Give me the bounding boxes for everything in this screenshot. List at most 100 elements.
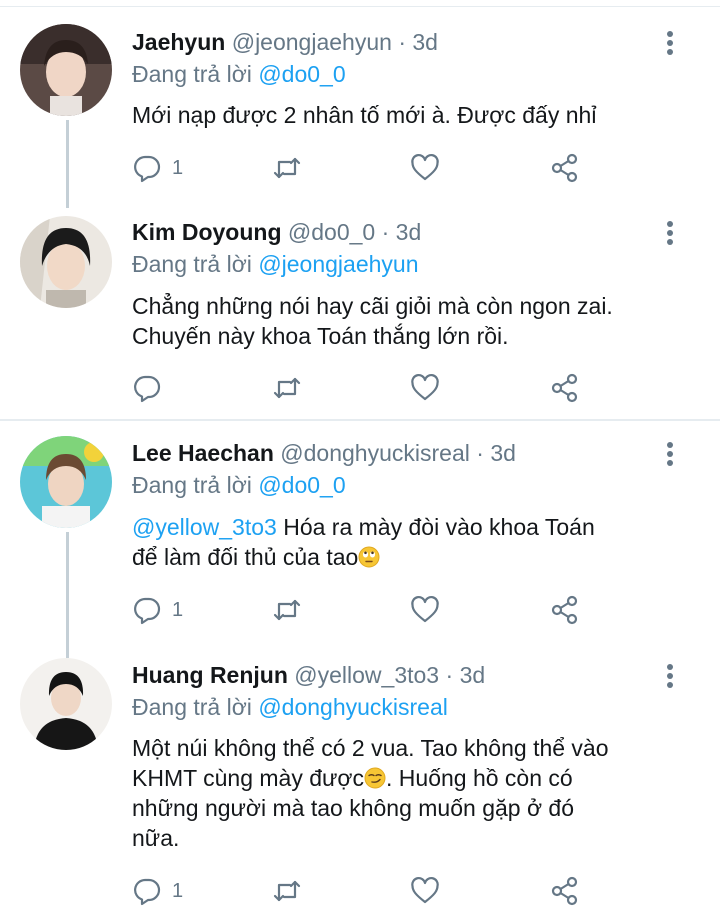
replying-to-mention[interactable]: @do0_0	[258, 61, 345, 87]
tweet-header: Jaehyun @jeongjaehyun · 3d	[132, 27, 438, 57]
replying-to-mention[interactable]: @do0_0	[258, 472, 345, 498]
tweet-text-line: Chẳng những nói hay cãi giỏi mà còn ngon…	[132, 293, 613, 319]
reply-icon	[134, 878, 161, 906]
reply-button[interactable]	[132, 370, 172, 406]
reply-count: 1	[172, 598, 184, 621]
replying-to-label: Đang trả lời	[132, 61, 252, 87]
tweet-actions: 1	[132, 873, 592, 909]
timestamp[interactable]: 3d	[490, 440, 516, 466]
reply-count: 1	[172, 879, 184, 902]
avatar-photo	[20, 436, 112, 528]
more-vertical-icon[interactable]	[660, 661, 680, 691]
share-icon	[551, 373, 578, 403]
user-handle[interactable]: @jeongjaehyun	[232, 29, 392, 55]
retweet-icon	[273, 377, 301, 399]
reply-count: 1	[172, 156, 184, 179]
avatar[interactable]	[20, 436, 112, 528]
tweet[interactable]: Lee Haechan @donghyuckisreal · 3d Đang t…	[0, 421, 720, 649]
retweet-icon	[273, 599, 301, 621]
tweet-text: Một núi không thể có 2 vua. Tao không th…	[132, 733, 692, 853]
share-icon	[551, 595, 578, 625]
user-handle[interactable]: @do0_0	[288, 219, 375, 245]
tweet-text-line: để làm đối thủ của tao	[132, 542, 692, 572]
tweet-text-segment: KHMT cùng mày được	[132, 765, 365, 791]
more-vertical-icon[interactable]	[660, 439, 680, 469]
tweet-actions	[132, 370, 592, 406]
avatar[interactable]	[20, 216, 112, 308]
more-vertical-icon[interactable]	[660, 218, 680, 248]
avatar-photo	[20, 658, 112, 750]
display-name[interactable]: Lee Haechan	[132, 440, 274, 466]
retweet-button[interactable]	[272, 370, 302, 406]
share-icon	[551, 153, 578, 183]
tweet-text: Mới nạp được 2 nhân tố mới à. Được đấy n…	[132, 102, 597, 128]
like-button[interactable]	[410, 150, 440, 186]
reply-button[interactable]: 1	[132, 873, 183, 909]
tweet-text: @yellow_3to3 Hóa ra mày đòi vào khoa Toá…	[132, 512, 692, 572]
reply-icon	[134, 375, 161, 403]
tweet-actions: 1	[132, 150, 592, 186]
tweet-text-line: @yellow_3to3 Hóa ra mày đòi vào khoa Toá…	[132, 512, 692, 542]
replying-to: Đang trả lời @do0_0	[132, 470, 346, 500]
tweet-mention[interactable]: @yellow_3to3	[132, 514, 277, 540]
like-button[interactable]	[410, 873, 440, 909]
timestamp[interactable]: 3d	[460, 662, 486, 688]
display-name[interactable]: Huang Renjun	[132, 662, 288, 688]
tweet-text-line: Một núi không thể có 2 vua. Tao không th…	[132, 735, 609, 761]
smirk-emoji	[364, 767, 386, 789]
separator-dot: ·	[381, 219, 390, 245]
heart-icon	[411, 595, 439, 623]
share-button[interactable]	[550, 370, 580, 406]
display-name[interactable]: Kim Doyoung	[132, 219, 282, 245]
retweet-icon	[273, 880, 301, 902]
tweet-text-segment: Hóa ra mày đòi vào khoa Toán	[276, 514, 595, 540]
user-handle[interactable]: @yellow_3to3	[294, 662, 439, 688]
replying-to: Đang trả lời @jeongjaehyun	[132, 249, 419, 279]
share-icon	[551, 876, 578, 906]
like-button[interactable]	[410, 592, 440, 628]
tweet-text: Chẳng những nói hay cãi giỏi mà còn ngon…	[132, 291, 692, 351]
reply-icon	[134, 155, 161, 183]
tweet-header: Lee Haechan @donghyuckisreal · 3d	[132, 438, 516, 468]
timestamp[interactable]: 3d	[396, 219, 422, 245]
display-name[interactable]: Jaehyun	[132, 29, 225, 55]
timestamp[interactable]: 3d	[412, 29, 438, 55]
share-button[interactable]	[550, 873, 580, 909]
reply-button[interactable]: 1	[132, 150, 183, 186]
tweet[interactable]: Jaehyun @jeongjaehyun · 3d Đang trả lời …	[0, 0, 720, 210]
tweet-text-line: nữa.	[132, 825, 180, 851]
separator-dot: ·	[398, 29, 406, 55]
reply-icon	[134, 597, 161, 625]
tweet-text-line: Chuyến này khoa Toán thắng lớn rồi.	[132, 323, 509, 349]
rolling-eyes-emoji	[358, 546, 380, 568]
avatar-photo	[20, 24, 112, 116]
user-handle[interactable]: @donghyuckisreal	[280, 440, 470, 466]
avatar-photo	[20, 216, 112, 308]
replying-to-mention[interactable]: @donghyuckisreal	[258, 694, 448, 720]
avatar[interactable]	[20, 24, 112, 116]
separator-dot: ·	[445, 662, 454, 688]
tweet[interactable]: Kim Doyoung @do0_0 · 3d Đang trả lời @je…	[0, 210, 720, 420]
retweet-icon	[273, 157, 301, 179]
retweet-button[interactable]	[272, 150, 302, 186]
reply-button[interactable]: 1	[132, 592, 183, 628]
replying-to: Đang trả lời @donghyuckisreal	[132, 692, 448, 722]
share-button[interactable]	[550, 150, 580, 186]
replying-to-label: Đang trả lời	[132, 694, 252, 720]
retweet-button[interactable]	[272, 592, 302, 628]
avatar[interactable]	[20, 658, 112, 750]
heart-icon	[411, 373, 439, 401]
retweet-button[interactable]	[272, 873, 302, 909]
tweet-actions: 1	[132, 592, 592, 628]
tweet[interactable]: Huang Renjun @yellow_3to3 · 3d Đang trả …	[0, 649, 720, 917]
more-vertical-icon[interactable]	[660, 28, 680, 58]
tweet-text-segment: . Huống hồ còn có	[386, 765, 573, 791]
replying-to: Đang trả lời @do0_0	[132, 59, 346, 89]
heart-icon	[411, 876, 439, 904]
tweet-header: Huang Renjun @yellow_3to3 · 3d	[132, 660, 485, 690]
tweet-text-segment: để làm đối thủ của tao	[132, 544, 359, 570]
like-button[interactable]	[410, 370, 440, 406]
heart-icon	[411, 153, 439, 181]
share-button[interactable]	[550, 592, 580, 628]
replying-to-mention[interactable]: @jeongjaehyun	[258, 251, 418, 277]
